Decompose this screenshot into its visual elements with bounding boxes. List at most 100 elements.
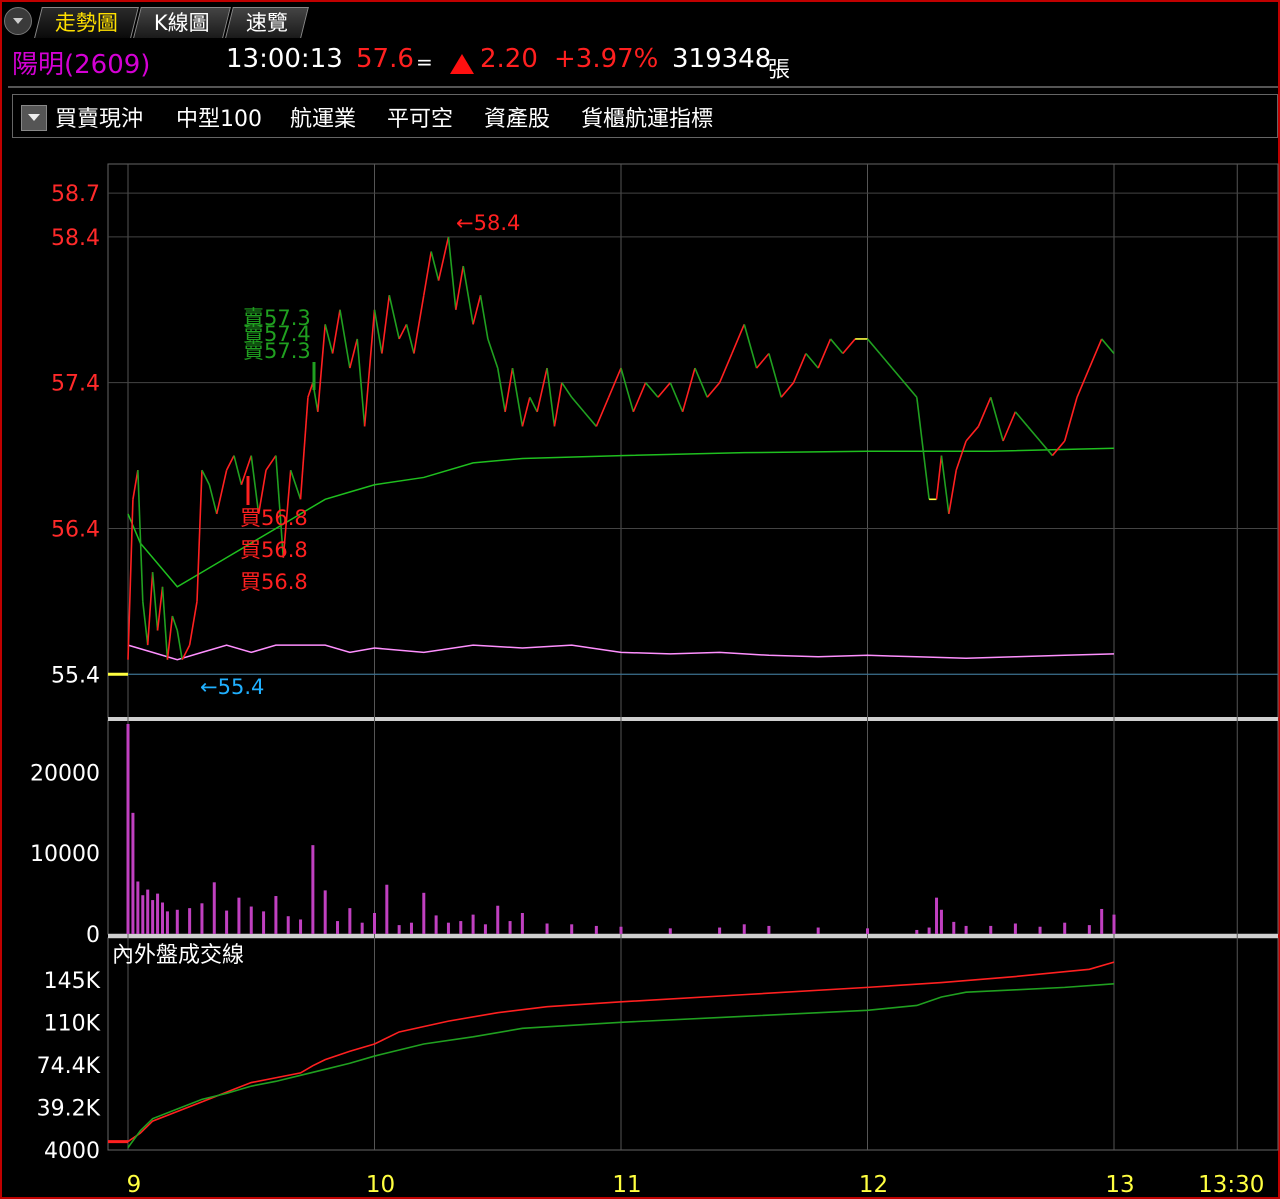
price-segment (903, 382, 918, 398)
price-segment (511, 367, 524, 427)
price-segment (487, 338, 499, 369)
volume-bar (742, 924, 746, 934)
volume-bar (409, 922, 413, 934)
volume-bar (434, 915, 438, 934)
volume-bar (471, 914, 475, 934)
price-segment (233, 455, 243, 485)
price-segment (536, 367, 548, 413)
price-segment (201, 469, 211, 486)
volume-bar (237, 897, 241, 934)
trend-chart-svg[interactable]: 58.7 58.4 57.4 56.4 55.4 ←58.4 ←55.4 買56.8 買56.8… (0, 0, 1280, 1199)
price-segment (349, 338, 359, 369)
price-segment (645, 382, 659, 398)
price-segment (381, 295, 391, 354)
inout-panel-frame (107, 937, 1279, 1151)
volume-bar (1063, 922, 1067, 934)
volume-bar (422, 892, 426, 934)
volume-bar (286, 916, 290, 934)
volume-bar (161, 902, 165, 934)
inout-tick-label: 4000 (44, 1139, 100, 1164)
price-segment (529, 396, 538, 413)
volume-bar (146, 889, 150, 934)
volume-bar (816, 927, 820, 934)
price-segment (681, 367, 696, 413)
volume-bar (323, 890, 327, 934)
price-segment (743, 324, 758, 369)
volume-bar (767, 925, 771, 934)
price-segment (1039, 440, 1053, 457)
price-segment (948, 470, 958, 515)
price-segment (479, 295, 489, 340)
price-segment (891, 367, 906, 384)
volume-bar (274, 896, 278, 934)
price-segment (1014, 411, 1029, 427)
price-segment (657, 382, 671, 398)
price-segment (171, 615, 179, 631)
volume-bar (249, 906, 253, 934)
price-segment (176, 630, 184, 660)
price-panel-frame (107, 163, 1279, 719)
price-segment (472, 295, 482, 325)
volume-bar (225, 910, 229, 934)
price-segment (299, 397, 309, 500)
price-segment (805, 353, 819, 369)
volume-bar (151, 900, 155, 934)
price-segment (1063, 397, 1078, 442)
price-segment (215, 469, 228, 515)
volume-bar (927, 927, 931, 934)
price-segment (455, 265, 465, 310)
volume-bar (1087, 925, 1091, 934)
volume-bar (952, 921, 956, 934)
price-segment (916, 397, 930, 500)
volume-bar (594, 925, 598, 934)
price-segment (718, 353, 733, 383)
price-segment (388, 295, 400, 340)
price-segment (817, 338, 832, 369)
price-segment (317, 324, 326, 412)
price-segment (632, 382, 647, 413)
volume-bar (619, 926, 623, 934)
volume-bar (446, 922, 450, 934)
volume-bar (397, 925, 401, 934)
price-segment (879, 353, 893, 369)
price-segment (955, 440, 967, 471)
price-segment (196, 470, 203, 602)
buy-annotation: 買56.8 (240, 506, 308, 530)
price-segment (413, 295, 425, 354)
price-segment (156, 586, 164, 631)
price-segment (829, 338, 844, 355)
price-segment (132, 470, 139, 500)
inout-tick-label: 110K (44, 1011, 101, 1036)
price-segment (561, 382, 573, 398)
volume-bar (188, 908, 192, 934)
inout-tick-label: 145K (44, 969, 101, 994)
price-segment (373, 309, 383, 354)
volume-bar (131, 812, 135, 934)
price-segment (553, 382, 563, 427)
time-axis-label: 13 (1105, 1172, 1134, 1198)
price-segment (208, 484, 218, 515)
volume-bar (866, 928, 869, 934)
volume-bar (1013, 923, 1017, 934)
volume-bar (483, 924, 487, 934)
volume-tick-label: 0 (86, 923, 100, 948)
high-price-label: ←58.4 (456, 211, 520, 235)
price-segment (307, 382, 314, 398)
time-axis-label: 10 (366, 1172, 395, 1198)
price-segment (496, 367, 506, 412)
volume-tick-label: 10000 (30, 842, 100, 867)
volume-bar (508, 921, 512, 934)
price-segment (462, 265, 474, 325)
price-segment (423, 251, 432, 296)
price-segment (265, 455, 277, 471)
volume-bar (373, 913, 376, 934)
price-segment (940, 455, 950, 514)
price-segment (363, 309, 376, 427)
price-tick-label: 58.4 (51, 226, 100, 251)
price-segment (339, 309, 351, 369)
inout-panel-title: 內外盤成交線 (112, 943, 244, 968)
volume-bar (520, 913, 524, 934)
volume-bar (299, 919, 303, 934)
price-segment (398, 324, 408, 340)
volume-bar (939, 909, 943, 934)
